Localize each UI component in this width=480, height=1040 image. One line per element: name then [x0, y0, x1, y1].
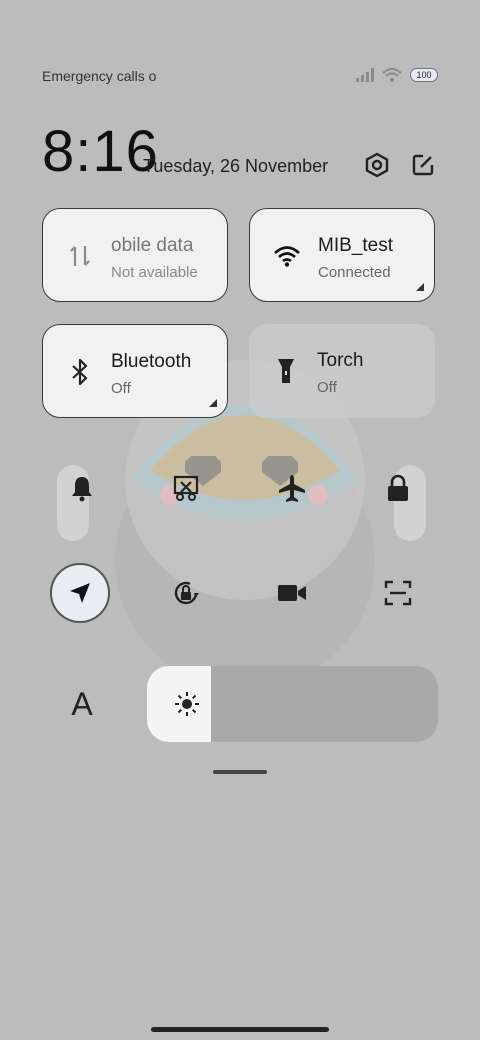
- video-camera-icon: [278, 585, 306, 601]
- header: 8:16 Tuesday, 26 November: [42, 122, 438, 182]
- signal-bars-icon: [356, 68, 374, 82]
- brightness-slider[interactable]: [147, 666, 438, 742]
- tile-title: MIB_test: [318, 235, 393, 256]
- settings-button[interactable]: [362, 150, 392, 180]
- tile-title: Torch: [317, 350, 364, 371]
- clock-time: 8:16: [42, 119, 159, 184]
- lock-icon: [388, 474, 408, 501]
- carrier-text: Emergency calls o: [42, 68, 157, 84]
- airplane-mode-button[interactable]: [262, 458, 322, 518]
- screenshot-button[interactable]: [156, 458, 216, 518]
- rotation-lock-button[interactable]: [156, 563, 216, 623]
- tile-title: obile data: [111, 235, 194, 256]
- scanner-button[interactable]: [368, 563, 428, 623]
- mobile-data-icon: [65, 241, 95, 271]
- rotation-lock-icon: [174, 581, 199, 605]
- location-icon: [70, 583, 90, 603]
- wifi-icon: [272, 241, 302, 271]
- location-button[interactable]: [50, 563, 110, 623]
- torch-icon: [271, 356, 301, 386]
- tile-subtitle: Connected: [318, 264, 391, 281]
- expand-corner-icon[interactable]: [209, 399, 217, 407]
- font-size-button[interactable]: A: [60, 682, 104, 726]
- screenshot-cut-icon: [173, 475, 199, 501]
- sun-icon: [175, 692, 199, 716]
- edit-button[interactable]: [408, 150, 438, 180]
- quick-toggle-row-1: [42, 458, 438, 518]
- wifi-icon: [382, 68, 402, 82]
- panel-drag-handle[interactable]: [213, 770, 267, 774]
- tile-title: Bluetooth: [111, 351, 192, 372]
- lock-screen-button[interactable]: [368, 458, 428, 518]
- edit-icon: [412, 154, 434, 176]
- home-indicator[interactable]: [151, 1027, 329, 1032]
- ring-mode-button[interactable]: [52, 458, 112, 518]
- battery-indicator: 100: [410, 68, 438, 82]
- tile-mobile-data[interactable]: obile data Not available: [42, 208, 228, 302]
- tile-subtitle: Off: [111, 380, 131, 397]
- tile-bluetooth[interactable]: Bluetooth Off: [42, 324, 228, 418]
- settings-hex-icon: [365, 152, 389, 178]
- screen-record-button[interactable]: [262, 563, 322, 623]
- scan-icon: [384, 580, 412, 606]
- bell-icon: [72, 477, 92, 502]
- date-text: Tuesday, 26 November: [143, 156, 329, 176]
- tile-torch[interactable]: Torch Off: [249, 324, 435, 418]
- tile-subtitle: Not available: [111, 264, 198, 281]
- tile-subtitle: Off: [317, 379, 337, 396]
- tile-wifi[interactable]: MIB_test Connected: [249, 208, 435, 302]
- airplane-icon: [279, 475, 305, 502]
- bluetooth-icon: [65, 357, 95, 387]
- expand-corner-icon[interactable]: [416, 283, 424, 291]
- quick-toggle-row-2: [42, 563, 438, 623]
- status-bar: Emergency calls o 100: [42, 66, 438, 88]
